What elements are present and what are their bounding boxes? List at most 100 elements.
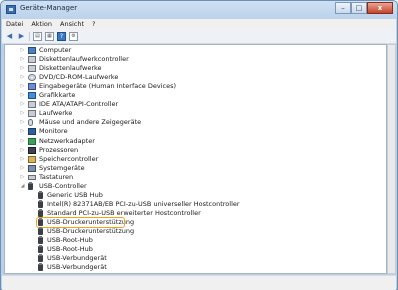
forward-arrow-icon[interactable]: ▶: [17, 32, 26, 41]
tree-label: Eingabegeräte (Human Interface Devices): [39, 82, 177, 91]
processor-icon: [28, 146, 36, 154]
device-manager-icon: [6, 5, 16, 14]
usb-device-icon: [38, 254, 43, 263]
input-device-icon: [28, 83, 36, 91]
expand-arrow-icon[interactable]: ▷: [19, 164, 26, 173]
expand-arrow-icon[interactable]: ▷: [19, 82, 26, 91]
usb-device-label: USB-Verbundgerät: [47, 254, 107, 263]
menu-help[interactable]: ?: [88, 19, 99, 30]
usb-device-icon: [38, 236, 43, 245]
usb-device-label: USB-Verbundgerät: [47, 263, 107, 272]
close-button[interactable]: x: [367, 2, 393, 14]
tree-row[interactable]: ▷ Diskettenlaufwerke: [5, 64, 385, 73]
keyboard-icon: [28, 174, 36, 180]
tree-row[interactable]: ▷ Laufwerke: [5, 109, 385, 118]
tree-label: IDE ATA/ATAPI-Controller: [39, 100, 119, 109]
tree-row[interactable]: ▷ Prozessoren: [5, 146, 385, 155]
tree-label: Monitore: [39, 127, 68, 136]
usb-device-row[interactable]: USB-Verbundgerät: [5, 263, 385, 272]
floppy-drive-icon: [28, 65, 36, 73]
back-arrow-icon[interactable]: ◀: [5, 32, 14, 41]
usb-device-label: USB-Root-Hub: [47, 245, 93, 254]
tree-row[interactable]: ▷ Diskettenlaufwerkcontroller: [5, 55, 385, 64]
vertical-scrollbar[interactable]: [387, 44, 396, 274]
ide-controller-icon: [28, 101, 36, 109]
expand-arrow-icon[interactable]: ▷: [19, 173, 26, 182]
tree-row[interactable]: ▷ Grafikkarte: [5, 91, 385, 100]
tree-label: DVD/CD-ROM-Laufwerke: [39, 73, 119, 82]
tree-label: Speichercontroller: [39, 154, 99, 163]
tree-row[interactable]: ◢ USB-Controller: [5, 181, 385, 191]
expand-arrow-icon[interactable]: ▷: [19, 91, 26, 100]
tree-row[interactable]: ▷ Monitore: [5, 127, 385, 136]
tree-label: Laufwerke: [39, 109, 73, 118]
usb-device-row[interactable]: USB-Druckerunterstützung: [5, 227, 385, 236]
usb-device-row[interactable]: USB-Root-Hub: [5, 245, 385, 254]
usb-device-row[interactable]: Intel(R) 82371AB/EB PCI-zu-USB universel…: [5, 199, 385, 209]
expand-arrow-icon[interactable]: ▷: [19, 127, 26, 136]
expand-arrow-icon[interactable]: ▷: [19, 64, 26, 73]
cd-drive-icon: [28, 74, 36, 82]
tree-label: Diskettenlaufwerkcontroller: [39, 55, 129, 64]
tree-label: Grafikkarte: [39, 91, 76, 100]
expand-arrow-icon[interactable]: ▷: [19, 146, 26, 155]
collapse-arrow-icon[interactable]: ◢: [19, 182, 26, 191]
tree-row[interactable]: ▷ Tastaturen: [5, 173, 385, 182]
expand-arrow-icon[interactable]: ▷: [19, 100, 26, 109]
menu-bar: Datei Aktion Ansicht ?: [2, 19, 396, 30]
usb-device-icon: [38, 208, 43, 217]
usb-device-row[interactable]: USB-Verbundgerät: [5, 254, 385, 263]
expand-arrow-icon[interactable]: ▷: [19, 109, 26, 118]
tree-label: Tastaturen: [39, 172, 74, 181]
tree-label: Computer: [39, 46, 72, 54]
menu-aktion[interactable]: Aktion: [27, 19, 56, 30]
expand-arrow-icon[interactable]: ▷: [19, 155, 26, 164]
view-icon[interactable]: ▤: [33, 32, 42, 41]
menu-ansicht[interactable]: Ansicht: [56, 19, 88, 30]
monitor-icon: [28, 128, 36, 136]
network-adapter-icon: [28, 137, 36, 145]
tree-label: Diskettenlaufwerke: [39, 64, 102, 73]
scan-icon[interactable]: ⚙: [69, 32, 78, 41]
toolbar-separator: [29, 32, 30, 41]
usb-device-label: USB-Root-Hub: [47, 236, 93, 245]
menu-datei[interactable]: Datei: [2, 19, 27, 30]
tree-row[interactable]: ▷ IDE ATA/ATAPI-Controller: [5, 100, 385, 109]
usb-device-row[interactable]: Generic USB Hub: [5, 190, 385, 200]
device-tree[interactable]: ▷ Computer ▷ Diskettenlaufwerkcontroller ▷ Di…: [4, 44, 387, 274]
expand-arrow-icon[interactable]: ▷: [19, 73, 26, 82]
tree-row[interactable]: ▷ DVD/CD-ROM-Laufwerke: [5, 73, 385, 82]
tree-row[interactable]: ▷ Systemgeräte: [5, 164, 385, 173]
usb-device-label: USB-Druckerunterstützung: [47, 227, 135, 235]
usb-device-icon: [38, 263, 43, 272]
display-adapter-icon: [28, 92, 36, 100]
window-title: Geräte-Manager: [20, 4, 78, 12]
tree-row[interactable]: ▷ Eingabegeräte (Human Interface Devices): [5, 82, 385, 91]
usb-device-row[interactable]: USB-Root-Hub: [5, 236, 385, 245]
expand-arrow-icon[interactable]: ▷: [19, 46, 26, 55]
drive-icon: [28, 110, 36, 118]
maximize-button[interactable]: □: [351, 2, 367, 14]
caption-buttons: – □ x: [335, 2, 393, 15]
properties-icon[interactable]: ▦: [45, 32, 54, 41]
usb-device-icon: [38, 199, 43, 208]
title-bar[interactable]: Geräte-Manager – □ x: [1, 1, 397, 19]
toolbar: ◀ ▶ ▤ ▦ ? ⚙: [2, 30, 396, 44]
system-device-icon: [28, 164, 36, 172]
tree-label: Mäuse und andere Zeigegeräte: [39, 118, 142, 127]
computer-icon: [28, 47, 36, 54]
help-icon[interactable]: ?: [57, 32, 66, 41]
expand-arrow-icon[interactable]: ▷: [19, 137, 26, 146]
tree-row[interactable]: ▷ Netzwerkadapter: [5, 137, 385, 146]
status-bar: [2, 275, 396, 290]
minimize-button[interactable]: –: [335, 2, 351, 14]
expand-arrow-icon[interactable]: ▷: [19, 118, 26, 127]
tree-label: Prozessoren: [39, 145, 79, 154]
controller-icon: [28, 56, 36, 64]
tree-row[interactable]: ▷ Computer: [5, 46, 385, 55]
tree-row[interactable]: ▷ Mäuse und andere Zeigegeräte: [5, 118, 385, 127]
mouse-icon: [28, 119, 33, 127]
tree-row[interactable]: ▷ Speichercontroller: [5, 155, 385, 164]
expand-arrow-icon[interactable]: ▷: [19, 55, 26, 64]
tree-label: USB-Controller: [39, 181, 87, 190]
